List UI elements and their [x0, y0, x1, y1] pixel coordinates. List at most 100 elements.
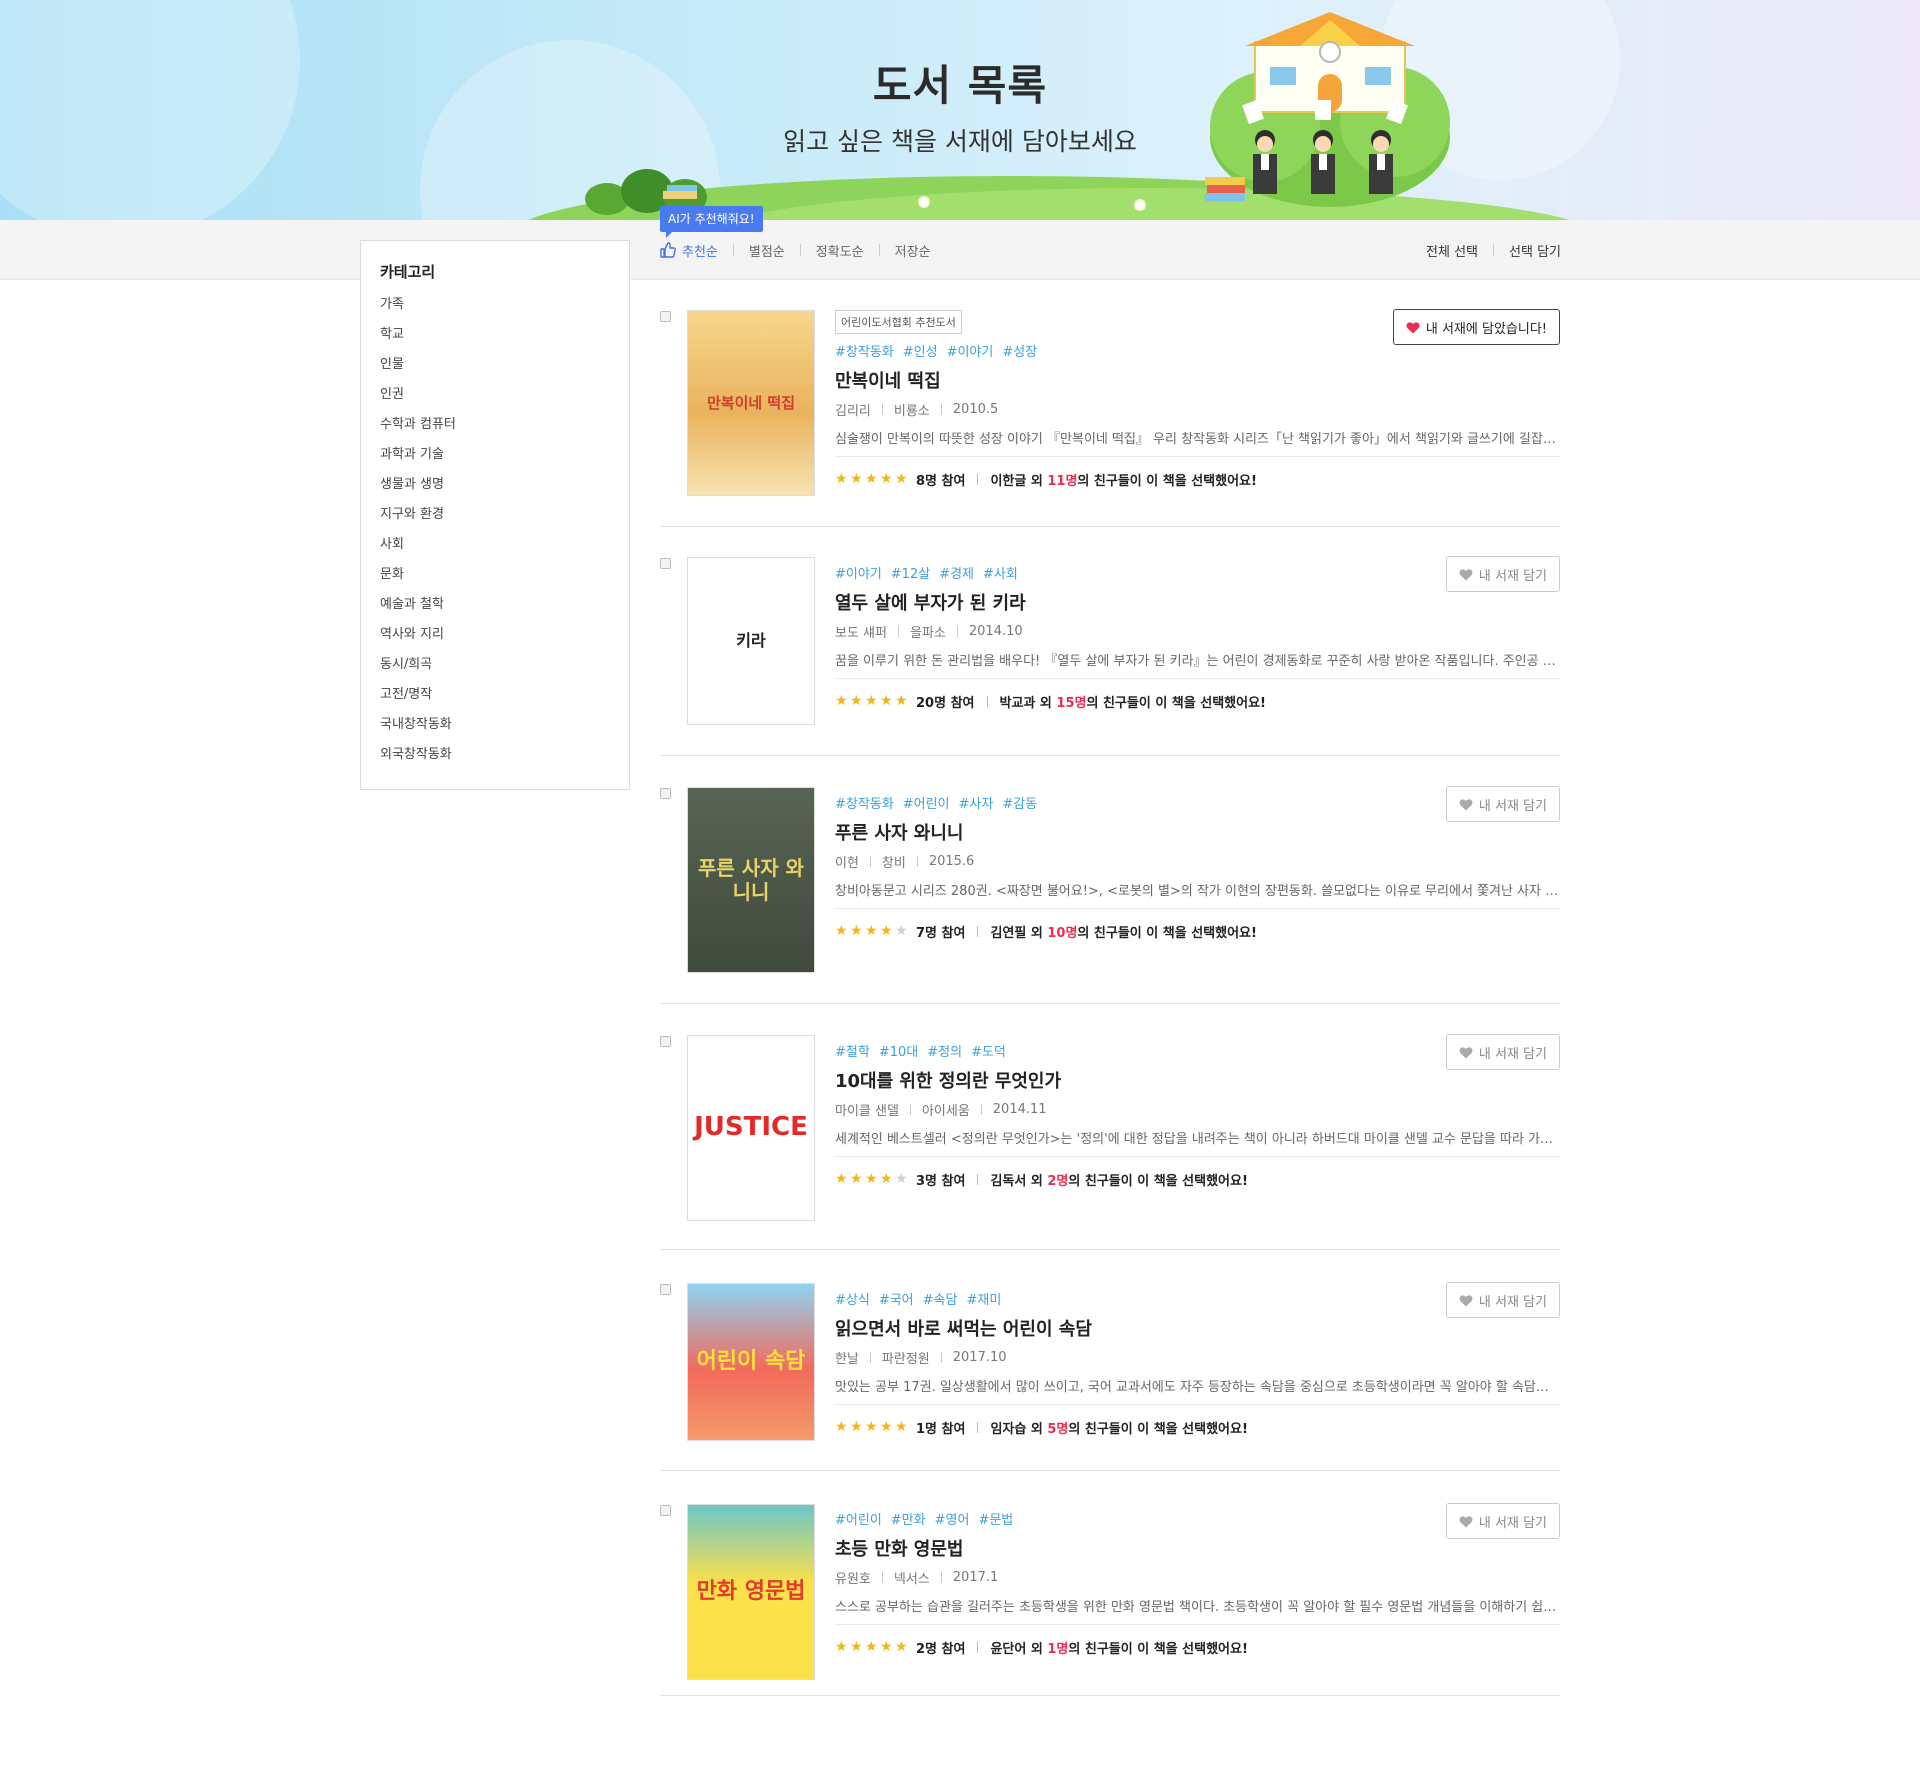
category-item[interactable]: 예술과 철학	[380, 596, 629, 626]
add-to-shelf-button[interactable]: 내 서재 담기	[1445, 1282, 1560, 1318]
hashtag[interactable]: #이야기	[947, 345, 994, 360]
hashtag[interactable]: #만화	[891, 1513, 926, 1528]
hashtag[interactable]: #영어	[935, 1513, 970, 1528]
star-icon: ★	[895, 470, 908, 487]
recommend-badge: 어린이도서협회 추천도서	[835, 310, 962, 334]
book-cover[interactable]: 어린이 속담	[687, 1283, 815, 1441]
hashtag[interactable]: #정의	[927, 1045, 962, 1060]
hashtag[interactable]: #창작동화	[835, 797, 894, 812]
add-to-shelf-button[interactable]: 내 서재에 담았습니다!	[1392, 309, 1560, 345]
star-icon: ★	[895, 692, 908, 709]
hashtag[interactable]: #속담	[923, 1293, 958, 1308]
book-checkbox[interactable]	[660, 1505, 671, 1516]
hashtag[interactable]: #어린이	[903, 797, 950, 812]
shelf-button-label: 내 서재 담기	[1478, 1046, 1547, 1062]
category-item[interactable]: 역사와 지리	[380, 626, 629, 656]
star-icon: ★	[835, 1638, 848, 1655]
hashtag[interactable]: #경제	[939, 567, 974, 582]
friend-mid: 외	[1026, 1173, 1048, 1189]
book-title[interactable]: 읽으면서 바로 써먹는 어린이 속담	[835, 1315, 1560, 1340]
book-checkbox[interactable]	[660, 558, 671, 569]
friend-name: 이한글	[990, 473, 1027, 489]
divider	[940, 403, 942, 415]
hashtag[interactable]: #철학	[835, 1045, 870, 1060]
book-author: 한날	[835, 1351, 859, 1367]
category-item[interactable]: 동시/희곡	[380, 656, 629, 686]
book-title[interactable]: 푸른 사자 와니니	[835, 819, 1560, 844]
add-to-shelf-button[interactable]: 내 서재 담기	[1445, 556, 1560, 592]
book-date: 2017.10	[952, 1349, 1007, 1365]
add-selected-button[interactable]: 선택 담기	[1509, 241, 1561, 260]
book-checkbox[interactable]	[660, 788, 671, 799]
hashtag[interactable]: #인성	[903, 345, 938, 360]
category-item[interactable]: 학교	[380, 326, 629, 356]
category-item[interactable]: 고전/명작	[380, 686, 629, 716]
book-date: 2015.6	[928, 853, 975, 869]
hashtag[interactable]: #10대	[879, 1045, 918, 1060]
book-title[interactable]: 10대를 위한 정의란 무엇인가	[835, 1067, 1560, 1092]
book-title[interactable]: 열두 살에 부자가 된 키라	[835, 589, 1560, 614]
book-checkbox[interactable]	[660, 1284, 671, 1295]
book-cover[interactable]: 만복이네 떡집	[687, 310, 815, 496]
book-description: 창비아동문고 시리즈 280권. <짜장면 불어요!>, <로봇의 별>의 작가…	[835, 884, 1560, 898]
category-item[interactable]: 과학과 기술	[380, 446, 629, 476]
book-cover[interactable]: 푸른 사자 와니니	[687, 787, 815, 973]
book-cover[interactable]: 만화 영문법	[687, 1504, 815, 1680]
book-checkbox[interactable]	[660, 1036, 671, 1047]
hashtag[interactable]: #상식	[835, 1293, 870, 1308]
hashtag[interactable]: #사자	[959, 797, 994, 812]
category-item[interactable]: 사회	[380, 536, 629, 566]
heart-icon	[1406, 321, 1420, 333]
add-to-shelf-button[interactable]: 내 서재 담기	[1445, 1503, 1560, 1539]
divider	[977, 1421, 979, 1433]
star-icon: ★	[835, 1418, 848, 1435]
book-description: 세계적인 베스트셀러 <정의란 무엇인가>는 '정의'에 대한 정답을 내려주는…	[835, 1132, 1560, 1146]
hashtag[interactable]: #국어	[879, 1293, 914, 1308]
star-icon: ★	[895, 922, 908, 939]
hashtag[interactable]: #사회	[983, 567, 1018, 582]
page-title: 도서 목록	[872, 61, 1048, 110]
sort-rating[interactable]: 별점순	[749, 241, 785, 260]
hashtag[interactable]: #창작동화	[835, 345, 894, 360]
hashtag[interactable]: #이야기	[835, 567, 882, 582]
book-cover[interactable]: JUSTICE	[687, 1035, 815, 1221]
book-cover[interactable]: 키라	[687, 557, 815, 725]
category-item[interactable]: 인권	[380, 386, 629, 416]
star-icon: ★	[865, 1170, 878, 1187]
participant-count: 3명 참여	[916, 1173, 966, 1189]
category-item[interactable]: 수학과 컴퓨터	[380, 416, 629, 446]
category-item[interactable]: 지구와 환경	[380, 506, 629, 536]
category-item[interactable]: 문화	[380, 566, 629, 596]
divider	[835, 908, 1560, 909]
book-publisher: 넥서스	[893, 1571, 930, 1587]
category-item[interactable]: 인물	[380, 356, 629, 386]
add-to-shelf-button[interactable]: 내 서재 담기	[1445, 786, 1560, 822]
category-item[interactable]: 생물과 생명	[380, 476, 629, 506]
star-icon: ★	[895, 1418, 908, 1435]
book-meta: 김리리 비룡소 2010.5	[835, 400, 1560, 419]
hashtag[interactable]: #도덕	[971, 1045, 1006, 1060]
hashtag[interactable]: #12살	[891, 567, 930, 582]
star-icon: ★	[835, 692, 848, 709]
hashtag[interactable]: #문법	[978, 1513, 1013, 1528]
category-item[interactable]: 외국창작동화	[380, 746, 629, 776]
category-item[interactable]: 가족	[380, 296, 629, 326]
divider	[869, 855, 871, 867]
book-title[interactable]: 만복이네 떡집	[835, 367, 1560, 392]
participant-count: 2명 참여	[916, 1641, 966, 1657]
book-checkbox[interactable]	[660, 311, 671, 322]
sort-recommend[interactable]: 추천순	[660, 241, 718, 260]
select-all-button[interactable]: 전체 선택	[1426, 241, 1478, 260]
star-rating: ★ ★ ★ ★ ★	[835, 922, 910, 939]
star-icon: ★	[895, 1638, 908, 1655]
category-item[interactable]: 국내창작동화	[380, 716, 629, 746]
sort-saved[interactable]: 저장순	[895, 241, 931, 260]
hashtag[interactable]: #어린이	[835, 1513, 882, 1528]
add-to-shelf-button[interactable]: 내 서재 담기	[1445, 1034, 1560, 1070]
hashtag[interactable]: #감동	[1002, 797, 1037, 812]
sort-accuracy[interactable]: 정확도순	[816, 241, 864, 260]
book-publisher: 아이세움	[921, 1103, 970, 1119]
book-cover-title: 어린이 속담	[696, 1348, 806, 1374]
hashtag[interactable]: #성장	[1002, 345, 1037, 360]
hashtag[interactable]: #재미	[966, 1293, 1001, 1308]
